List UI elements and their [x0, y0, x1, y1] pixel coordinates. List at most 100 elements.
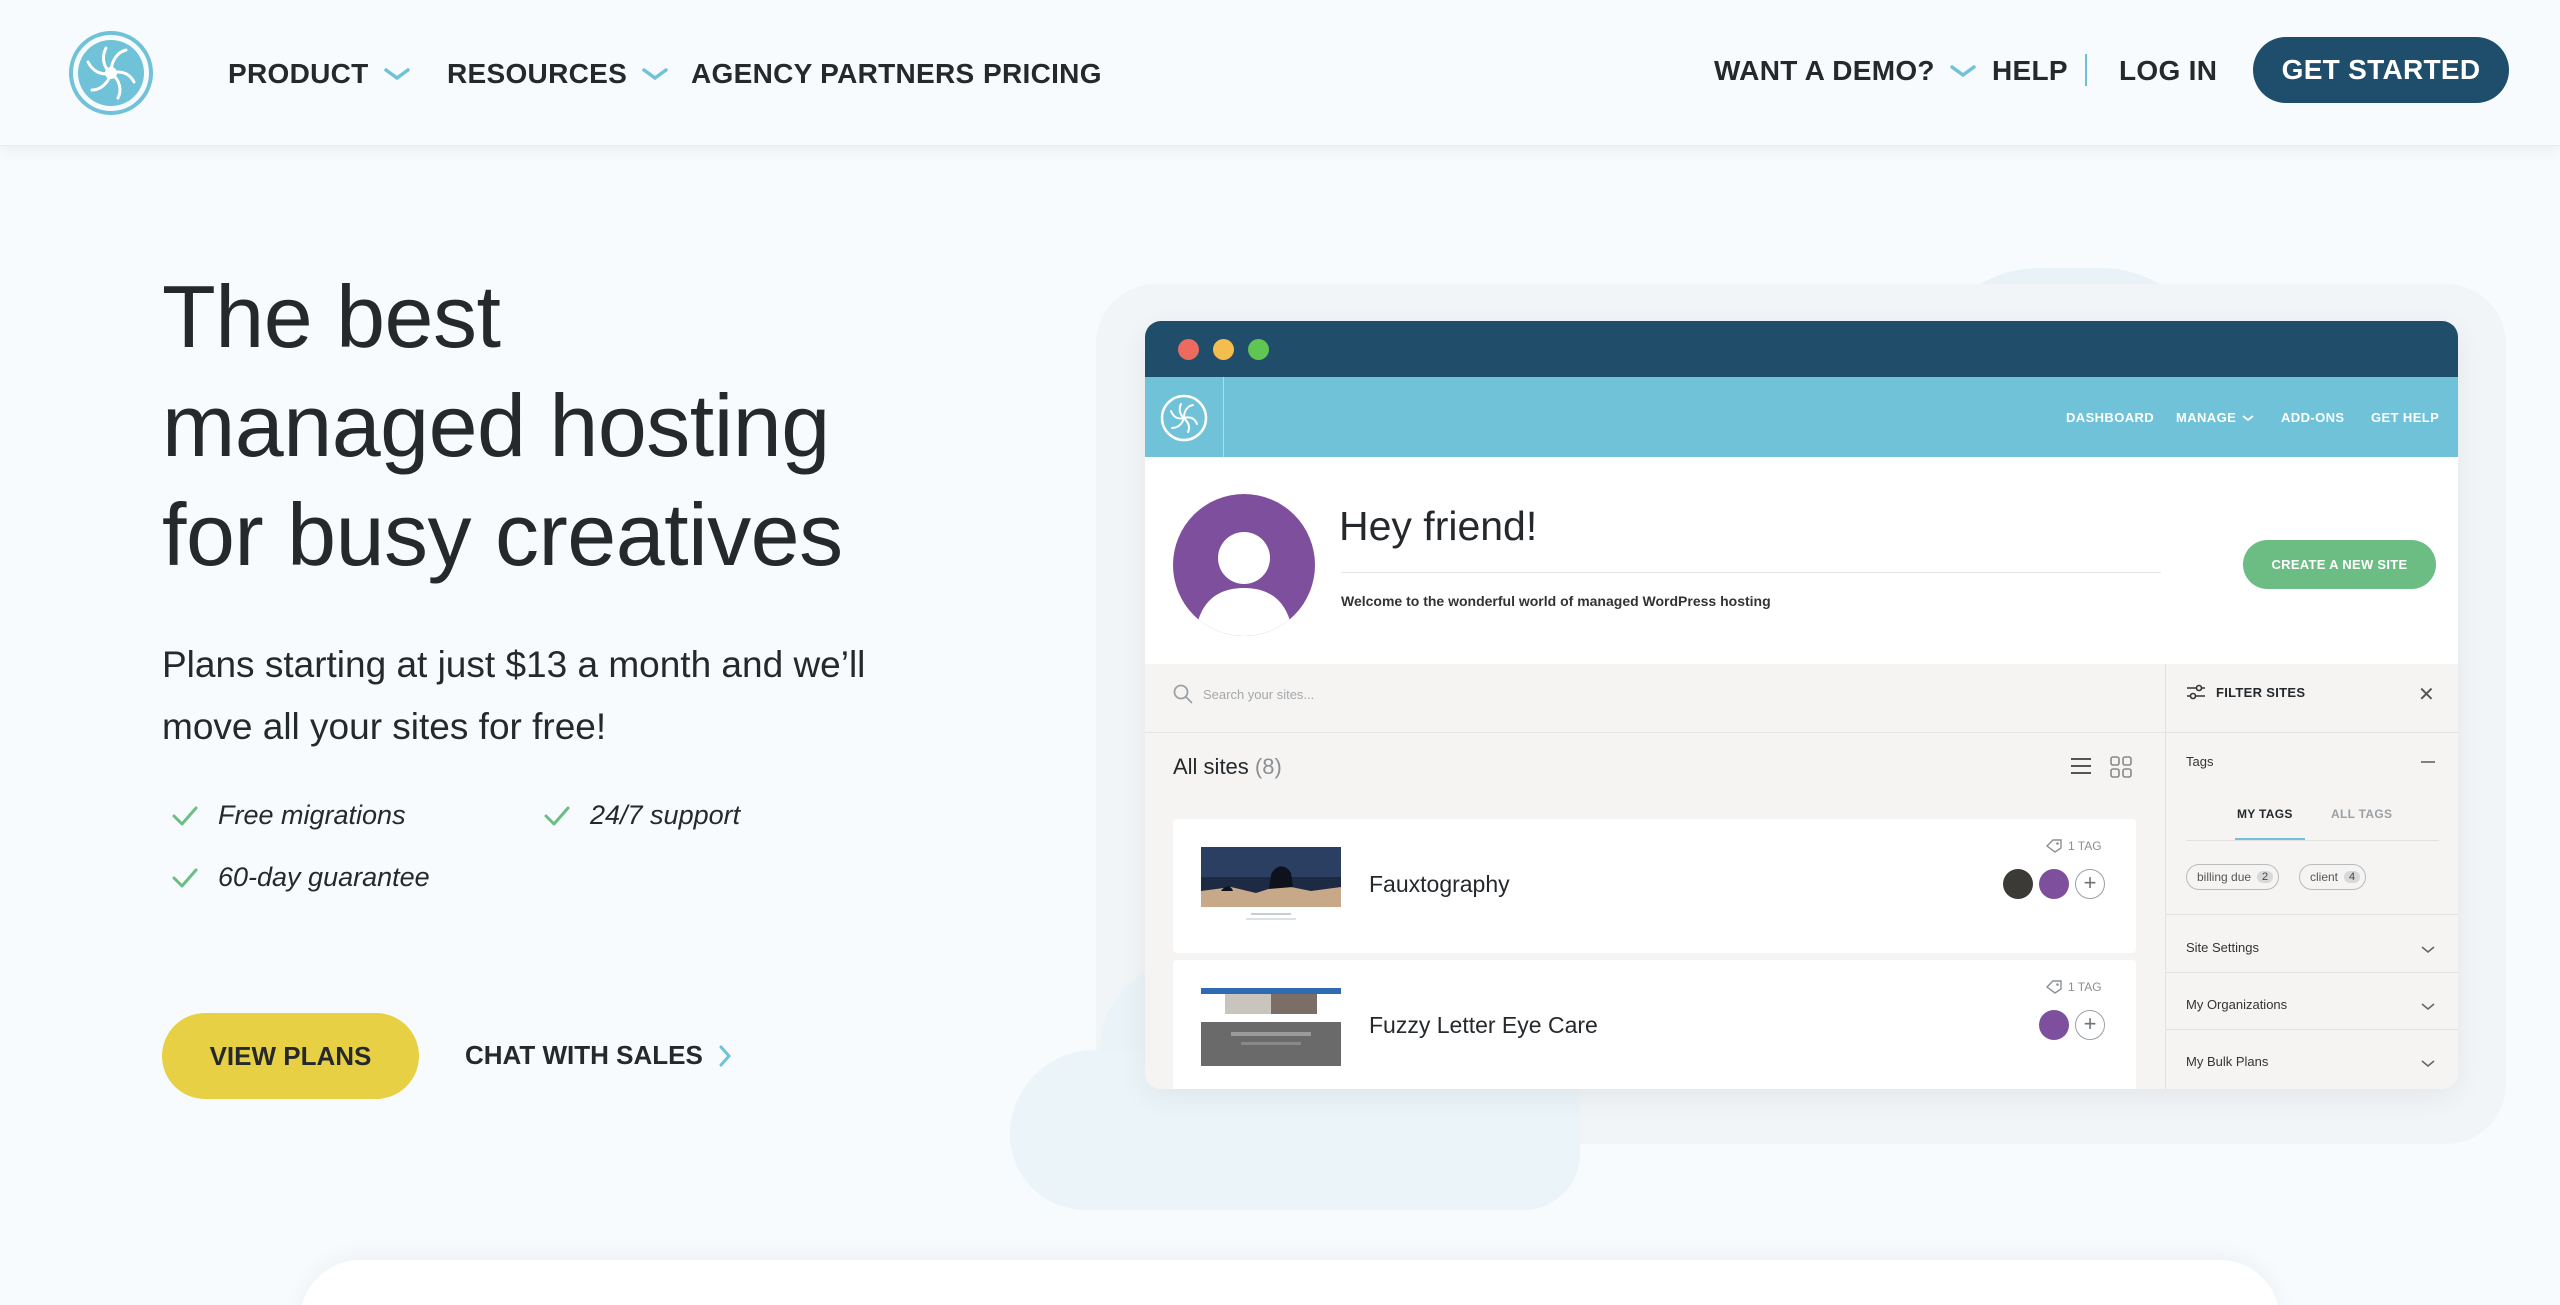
nav-divider — [2085, 54, 2087, 86]
tab-all-tags[interactable]: ALL TAGS — [2331, 807, 2392, 821]
search-input[interactable]: Search your sites... — [1173, 684, 1314, 704]
site-tag-count-label: 1 TAG — [2068, 980, 2102, 994]
collaborator-avatar — [2039, 1010, 2069, 1040]
site-tag-count: 1 TAG — [2046, 839, 2102, 853]
feature-label: 60-day guarantee — [218, 862, 430, 892]
collapse-icon[interactable] — [2421, 760, 2435, 764]
feature-item: 60-day guarantee — [172, 862, 430, 893]
app-nav-get-help-label: GET HELP — [2371, 410, 2440, 425]
filter-sliders-icon — [2187, 684, 2205, 700]
profile-header: Hey friend! Welcome to the wonderful wor… — [1145, 457, 2458, 664]
tab-my-tags[interactable]: MY TAGS — [2237, 807, 2293, 821]
search-icon — [1173, 684, 1193, 704]
add-collaborator-icon[interactable]: + — [2075, 869, 2105, 899]
grid-view-icon[interactable] — [2110, 756, 2132, 778]
chevron-right-icon — [719, 1045, 731, 1066]
feature-label: 24/7 support — [590, 800, 741, 830]
app-nav-addons-label: ADD-ONS — [2281, 410, 2345, 425]
section-site-settings[interactable]: Site Settings — [2186, 940, 2259, 955]
hero-subtitle-line: Plans starting at just $13 a month and w… — [162, 644, 866, 685]
view-toggle — [2070, 756, 2132, 778]
flywheel-logo-icon[interactable] — [1159, 393, 1209, 443]
nav-product-label: PRODUCT — [228, 58, 369, 89]
chevron-down-icon — [2242, 414, 2254, 421]
site-thumbnail — [1201, 847, 1341, 925]
tag-pill-label: client — [2310, 870, 2339, 884]
avatar — [1173, 494, 1315, 636]
flywheel-logo-icon[interactable] — [68, 30, 154, 116]
tag-pill-label: billing due — [2197, 870, 2252, 884]
filter-sites-heading: FILTER SITES — [2186, 684, 2305, 700]
search-divider — [1145, 732, 2165, 733]
nav-log-in[interactable]: LOG IN — [2119, 55, 2217, 87]
minimize-dot-icon — [1213, 339, 1234, 360]
chat-with-sales-label: CHAT WITH SALES — [465, 1040, 703, 1070]
section-my-bulk-plans[interactable]: My Bulk Plans — [2186, 1054, 2268, 1069]
sidebar-divider — [2166, 732, 2458, 733]
site-tag-count: 1 TAG — [2046, 980, 2102, 994]
nav-pricing[interactable]: PRICING — [983, 58, 1102, 90]
create-new-site-button[interactable]: CREATE A NEW SITE — [2243, 540, 2436, 589]
chevron-down-icon — [383, 68, 410, 81]
nav-log-in-label: LOG IN — [2119, 55, 2218, 86]
get-started-button[interactable]: GET STARTED — [2253, 37, 2509, 103]
hero-title-line: for busy creatives — [162, 485, 843, 584]
nav-agency-partners[interactable]: AGENCY PARTNERS — [691, 58, 975, 90]
welcome-text: Welcome to the wonderful world of manage… — [1341, 593, 1771, 609]
nav-pricing-label: PRICING — [983, 58, 1102, 89]
greeting-heading: Hey friend! — [1339, 503, 1538, 549]
app-header: DASHBOARD MANAGE ADD-ONS GET HELP — [1145, 377, 2458, 457]
app-nav-dashboard-label: DASHBOARD — [2066, 410, 2155, 425]
filter-sidebar: FILTER SITES ✕ Tags MY TAGS ALL TAGS bil… — [2165, 664, 2458, 1089]
nav-resources[interactable]: RESOURCES — [447, 58, 669, 90]
hero-title-line: managed hosting — [162, 376, 830, 475]
feature-item: Free migrations — [172, 800, 406, 831]
tags-section-label: Tags — [2186, 754, 2214, 769]
check-icon — [172, 806, 198, 825]
site-tag-count-label: 1 TAG — [2068, 839, 2102, 853]
list-view-icon[interactable] — [2070, 756, 2092, 776]
site-thumbnail — [1201, 988, 1341, 1066]
close-icon[interactable]: ✕ — [2418, 682, 2435, 707]
browser-titlebar — [1145, 321, 2458, 377]
app-nav-dashboard[interactable]: DASHBOARD — [2066, 410, 2154, 425]
nav-product[interactable]: PRODUCT — [228, 58, 411, 90]
tag-icon — [2046, 839, 2062, 853]
site-card[interactable]: Fauxtography 1 TAG + — [1173, 819, 2136, 953]
app-nav-manage[interactable]: MANAGE — [2176, 410, 2254, 425]
site-name: Fauxtography — [1369, 871, 1510, 897]
collaborator-avatar — [2003, 869, 2033, 899]
view-plans-button[interactable]: VIEW PLANS — [162, 1013, 419, 1099]
app-nav-addons[interactable]: ADD-ONS — [2281, 410, 2344, 425]
chat-with-sales-link[interactable]: CHAT WITH SALES — [465, 1040, 731, 1071]
chevron-down-icon — [1950, 65, 1976, 78]
filter-sites-label: FILTER SITES — [2216, 684, 2306, 700]
chevron-down-icon — [2421, 1003, 2435, 1011]
tag-pill-billing-due[interactable]: billing due 2 — [2186, 864, 2280, 890]
feature-item: 24/7 support — [544, 800, 740, 831]
sidebar-divider — [2166, 914, 2458, 915]
check-icon — [172, 868, 198, 887]
tag-pill-count: 2 — [2257, 871, 2274, 883]
tag-icon — [2046, 980, 2062, 994]
tag-pill-client[interactable]: client 4 — [2299, 864, 2367, 890]
section-my-organizations[interactable]: My Organizations — [2186, 997, 2287, 1012]
collaborator-avatar — [2039, 869, 2069, 899]
chevron-down-icon — [642, 68, 668, 81]
feature-label: Free migrations — [218, 800, 406, 830]
hero-title: The best managed hosting for busy creati… — [162, 262, 1022, 589]
next-section-edge — [300, 1260, 2280, 1305]
search-placeholder: Search your sites... — [1203, 686, 1315, 702]
top-navigation: PRODUCT RESOURCES AGENCY PARTNERS PRICIN… — [0, 0, 2560, 146]
add-collaborator-icon[interactable]: + — [2075, 1010, 2105, 1040]
tabs-divider — [2186, 840, 2439, 841]
tag-pill-count: 4 — [2344, 871, 2361, 883]
check-icon — [544, 806, 570, 825]
nav-want-demo[interactable]: WANT A DEMO? — [1714, 55, 1977, 87]
nav-help[interactable]: HELP — [1992, 55, 2068, 87]
sites-panel: Search your sites... All sites (8) Fauxt… — [1145, 664, 2165, 1089]
sidebar-divider — [2166, 972, 2458, 973]
sidebar-divider — [2166, 1029, 2458, 1030]
app-nav-get-help[interactable]: GET HELP — [2371, 410, 2439, 425]
site-card[interactable]: Fuzzy Letter Eye Care 1 TAG + — [1173, 960, 2136, 1089]
